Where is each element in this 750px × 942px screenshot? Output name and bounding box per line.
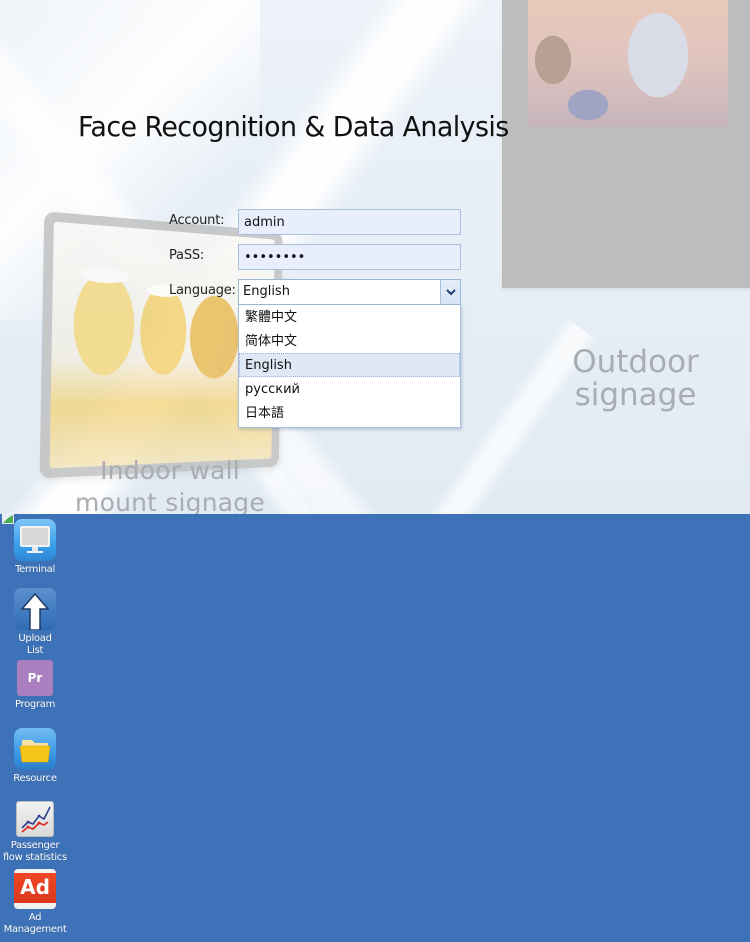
dropdown-toggle-button[interactable] xyxy=(440,280,460,304)
desktop-icon-upload-list[interactable]: Upload List xyxy=(0,588,70,657)
outdoor-caption-line: signage xyxy=(574,377,697,413)
desktop-icon-label: Resource xyxy=(13,773,57,784)
language-option[interactable]: 日本語 xyxy=(239,401,460,425)
desktop-icon-label: Program xyxy=(14,699,56,710)
line-chart-icon xyxy=(16,801,54,837)
desktop-icon-ad-management[interactable]: Ad Ad Management xyxy=(0,869,70,936)
language-label: Language: xyxy=(169,283,236,298)
account-label: Account: xyxy=(169,213,225,228)
outdoor-signage-caption: Outdoor signage xyxy=(548,346,723,412)
desktop-icon-label: Terminal xyxy=(15,564,55,575)
desktop-icon-label: Upload List xyxy=(18,633,52,656)
outdoor-signage-photo xyxy=(528,0,728,127)
language-selected-value: English xyxy=(243,284,290,299)
folder-icon xyxy=(14,728,56,770)
language-option-selected[interactable]: English xyxy=(239,353,460,377)
desktop-icon-passenger-flow[interactable]: Passenger flow statistics xyxy=(0,801,70,864)
indoor-caption-line: mount signage xyxy=(75,488,265,514)
chevron-down-icon xyxy=(445,288,456,295)
language-option[interactable]: 繁體中文 xyxy=(239,305,460,329)
desktop-icon-label: Passenger flow statistics xyxy=(3,840,67,863)
password-input[interactable] xyxy=(238,244,461,270)
ad-icon-text: Ad xyxy=(20,875,50,899)
indoor-signage-caption: Indoor wall mount signage xyxy=(70,455,270,514)
upload-arrow-icon xyxy=(14,588,56,630)
desktop-icon-resource[interactable]: Resource xyxy=(0,728,70,785)
password-label: PaSS: xyxy=(169,248,205,263)
outdoor-caption-line: Outdoor xyxy=(572,344,699,380)
desktop-icon-program[interactable]: Pr Program xyxy=(0,660,70,711)
desktop: Terminal Upload List Pr Program Resource xyxy=(0,514,750,942)
program-icon: Pr xyxy=(17,660,53,696)
page-title: Face Recognition & Data Analysis xyxy=(78,110,509,143)
desktop-icon-label: Ad Management xyxy=(3,912,67,935)
outdoor-signage-image xyxy=(502,0,750,288)
language-option[interactable]: русский xyxy=(239,377,460,401)
monitor-icon xyxy=(14,519,56,561)
login-screen: Outdoor signage Indoor wall mount signag… xyxy=(0,0,750,514)
desktop-icon-terminal[interactable]: Terminal xyxy=(0,519,70,576)
language-select[interactable]: English xyxy=(238,279,461,305)
language-dropdown-list: 繁體中文 简体中文 English русский 日本語 xyxy=(238,305,461,428)
language-option[interactable]: 简体中文 xyxy=(239,329,460,353)
account-input[interactable] xyxy=(238,209,461,235)
indoor-caption-line: Indoor wall xyxy=(100,456,240,485)
ad-icon: Ad xyxy=(14,869,56,909)
